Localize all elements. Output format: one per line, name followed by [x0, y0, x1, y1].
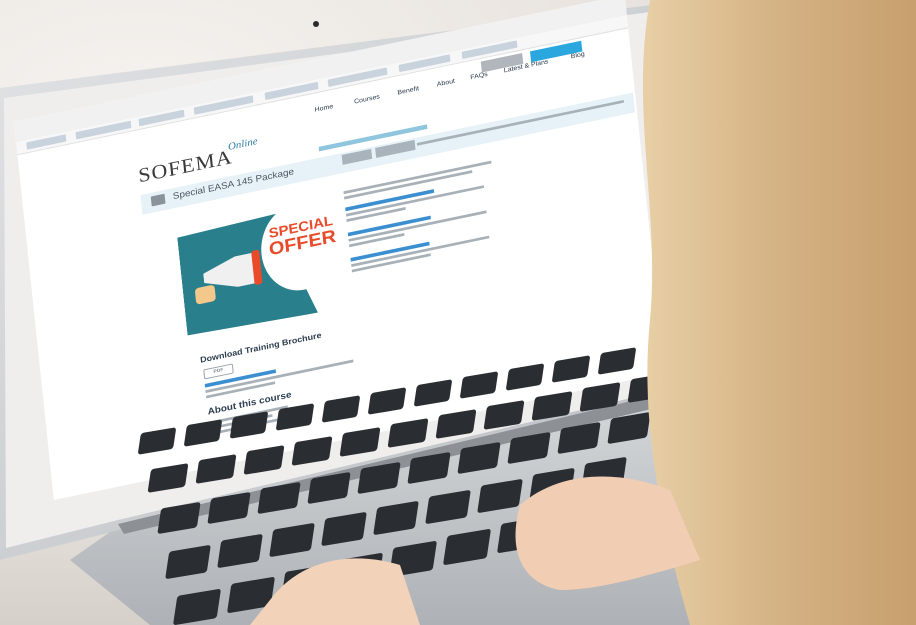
person — [250, 0, 916, 625]
left-hand — [250, 558, 420, 625]
photo-scene: Home Courses Benefit About FAQs Latest &… — [0, 0, 916, 625]
